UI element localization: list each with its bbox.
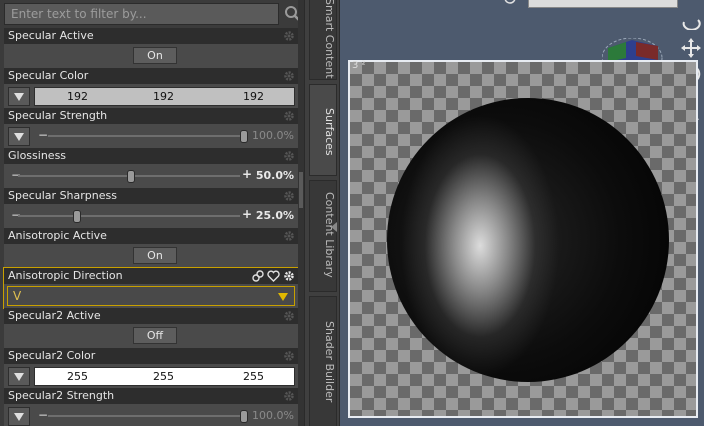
slider-value[interactable]: 25.0% [256, 209, 294, 222]
viewport-toolbar [340, 0, 704, 14]
gear-icon[interactable] [283, 270, 295, 282]
property-specular2-strength: Specular2 Strength − 100.0% [4, 388, 298, 426]
frame-label: 3 ² [352, 60, 366, 71]
specular2-active-toggle[interactable]: Off [133, 327, 177, 344]
render-preview-frame [348, 60, 698, 418]
select-value: V [13, 289, 22, 303]
slider-track[interactable] [18, 215, 240, 217]
property-specular-strength: Specular Strength − 100.0% [4, 108, 298, 148]
gear-icon[interactable] [283, 350, 295, 362]
triangle-down-icon [278, 293, 288, 301]
shaded-sphere-preview [387, 98, 669, 382]
orbit-icon[interactable] [680, 10, 702, 30]
tab-label: Shader Builder [323, 321, 336, 403]
tab-shader-builder[interactable]: Shader Builder [309, 296, 337, 426]
anisotropic-active-toggle[interactable]: On [133, 247, 177, 264]
color-blue-value: 192 [243, 90, 264, 103]
slider-track[interactable] [48, 415, 248, 417]
gear-icon[interactable] [283, 70, 295, 82]
property-title: Anisotropic Active [8, 229, 107, 242]
scrollbar-thumb[interactable] [299, 172, 303, 208]
property-title: Specular2 Strength [8, 389, 115, 402]
triangle-down-icon [14, 93, 24, 101]
specular2-color-swatch[interactable]: 255 255 255 [34, 367, 295, 386]
property-title: Specular Strength [8, 109, 108, 122]
property-glossiness: Glossiness − + 50.0% [4, 148, 298, 188]
camera-options-icon[interactable] [502, 0, 524, 8]
pane-tabs: Smart Content Surfaces Content Library S… [304, 0, 340, 426]
surfaces-property-panel: Specular Active On Specular Color 192 19… [0, 0, 304, 426]
tab-label: Surfaces [323, 108, 336, 156]
tab-label: Content Library [323, 192, 336, 278]
increment-icon[interactable]: + [242, 207, 252, 221]
map-menu-button[interactable] [8, 87, 30, 106]
filter-input[interactable] [4, 3, 279, 25]
property-title: Glossiness [8, 149, 67, 162]
specular-color-swatch[interactable]: 192 192 192 [34, 87, 295, 106]
slider-track[interactable] [48, 135, 248, 137]
decrement-icon[interactable]: − [38, 408, 48, 422]
property-specular2-color: Specular2 Color 255 255 255 [4, 348, 298, 388]
slider-knob[interactable] [127, 170, 135, 183]
map-menu-button[interactable] [8, 367, 30, 386]
color-blue-value: 255 [243, 370, 264, 383]
anisotropic-direction-select[interactable]: V [7, 286, 295, 306]
gear-icon[interactable] [283, 150, 295, 162]
viewport[interactable]: 3 ² [340, 0, 704, 426]
slider-value[interactable]: 100.0% [252, 129, 294, 142]
triangle-down-icon [14, 133, 24, 141]
tab-smart-content[interactable]: Smart Content [309, 0, 337, 80]
property-specular-color: Specular Color 192 192 192 [4, 68, 298, 108]
tab-surfaces[interactable]: Surfaces [309, 84, 337, 176]
slider-knob[interactable] [240, 130, 248, 143]
camera-select[interactable] [528, 0, 678, 8]
tab-content-library[interactable]: Content Library [309, 180, 337, 292]
property-anisotropic-active: Anisotropic Active On [4, 228, 298, 268]
property-specular-sharpness: Specular Sharpness − + 25.0% [4, 188, 298, 228]
slider-value[interactable]: 50.0% [256, 169, 294, 182]
slider-knob[interactable] [72, 210, 81, 223]
color-red-value: 255 [67, 370, 88, 383]
increment-icon[interactable]: + [242, 167, 252, 181]
property-title: Specular Active [8, 29, 94, 42]
gear-icon[interactable] [283, 390, 295, 402]
pan-icon[interactable] [680, 38, 702, 58]
property-title: Specular Color [8, 69, 89, 82]
property-title: Specular2 Color [8, 349, 96, 362]
slider-knob[interactable] [240, 410, 248, 423]
map-menu-button[interactable] [8, 407, 30, 426]
gear-icon[interactable] [283, 110, 295, 122]
property-title: Specular2 Active [8, 309, 101, 322]
map-menu-button[interactable] [8, 127, 30, 146]
slider-value[interactable]: 100.0% [252, 409, 294, 422]
decrement-icon[interactable]: − [38, 128, 48, 142]
gear-icon[interactable] [283, 30, 295, 42]
color-green-value: 255 [153, 370, 174, 383]
link-icon[interactable] [252, 270, 264, 282]
property-specular2-active: Specular2 Active Off [4, 308, 298, 348]
color-green-value: 192 [153, 90, 174, 103]
property-specular-active: Specular Active On [4, 28, 298, 68]
gear-icon[interactable] [283, 310, 295, 322]
color-red-value: 192 [67, 90, 88, 103]
specular-active-toggle[interactable]: On [133, 47, 177, 64]
gear-icon[interactable] [283, 230, 295, 242]
triangle-down-icon [14, 413, 24, 421]
triangle-down-icon [14, 373, 24, 381]
property-title: Specular Sharpness [8, 189, 117, 202]
property-anisotropic-direction: Anisotropic Direction V [3, 267, 299, 309]
gear-icon[interactable] [283, 190, 295, 202]
property-title: Anisotropic Direction [8, 269, 123, 282]
filter-bar [4, 3, 304, 25]
collapse-arrow-icon[interactable] [331, 222, 337, 232]
tab-label: Smart Content [323, 0, 336, 79]
heart-icon[interactable] [267, 270, 280, 282]
